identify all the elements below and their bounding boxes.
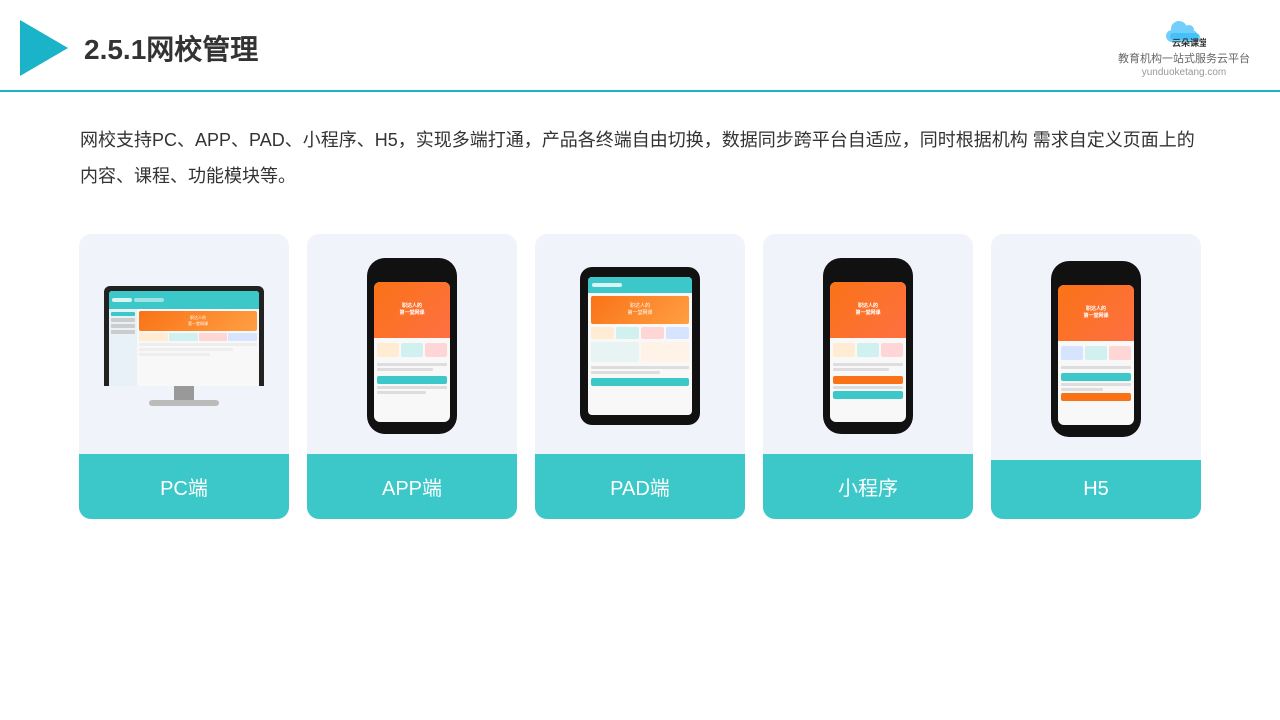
pc-screen-inner: 职达人的第一堂网课 bbox=[109, 291, 259, 386]
card-miniprogram-image: 职达人的第一堂网课 bbox=[763, 234, 973, 454]
page-header: 2.5.1网校管理 云朵课堂 教育机构一站式服务云平台 yunduoketang… bbox=[0, 0, 1280, 92]
svg-text:云朵课堂: 云朵课堂 bbox=[1172, 37, 1206, 48]
brand-url: yunduoketang.com bbox=[1142, 67, 1227, 78]
pc-stand bbox=[174, 386, 194, 400]
pad-tablet-screen: 职达人的第一堂网课 bbox=[588, 277, 692, 415]
phone-notch bbox=[397, 270, 427, 278]
miniprogram-phone-screen: 职达人的第一堂网课 bbox=[830, 282, 906, 422]
card-pad: 职达人的第一堂网课 bbox=[535, 234, 745, 519]
card-app: 职达人的第一堂网课 bbox=[307, 234, 517, 519]
app-phone-screen: 职达人的第一堂网课 bbox=[374, 282, 450, 422]
card-pc: 职达人的第一堂网课 bbox=[79, 234, 289, 519]
card-miniprogram: 职达人的第一堂网课 bbox=[763, 234, 973, 519]
card-h5: 职达人的第一堂网课 bbox=[991, 234, 1201, 519]
card-pad-image: 职达人的第一堂网课 bbox=[535, 234, 745, 454]
card-h5-image: 职达人的第一堂网课 bbox=[991, 234, 1201, 460]
card-app-label: APP端 bbox=[307, 454, 517, 519]
card-miniprogram-label: 小程序 bbox=[763, 454, 973, 519]
description-text: 网校支持PC、APP、PAD、小程序、H5，实现多端打通，产品各终端自由切换，数… bbox=[0, 92, 1280, 214]
brand-area: 云朵课堂 教育机构一站式服务云平台 yunduoketang.com bbox=[1118, 18, 1250, 78]
pad-tablet-mockup: 职达人的第一堂网课 bbox=[580, 267, 700, 425]
cloud-icon: 云朵课堂 bbox=[1162, 18, 1206, 48]
card-pc-label: PC端 bbox=[79, 454, 289, 519]
h5-phone-screen: 职达人的第一堂网课 bbox=[1058, 285, 1134, 425]
pc-mockup: 职达人的第一堂网课 bbox=[104, 286, 264, 406]
pc-screen-outer: 职达人的第一堂网课 bbox=[104, 286, 264, 386]
phone-notch3 bbox=[1081, 273, 1111, 281]
pc-base bbox=[149, 400, 219, 406]
h5-phone-mockup: 职达人的第一堂网课 bbox=[1051, 261, 1141, 437]
card-app-image: 职达人的第一堂网课 bbox=[307, 234, 517, 454]
brand-logo: 云朵课堂 bbox=[1162, 18, 1206, 48]
card-pc-image: 职达人的第一堂网课 bbox=[79, 234, 289, 454]
header-left: 2.5.1网校管理 bbox=[20, 20, 258, 76]
cards-container: 职达人的第一堂网课 bbox=[0, 214, 1280, 549]
card-h5-label: H5 bbox=[991, 460, 1201, 519]
logo-triangle-icon bbox=[20, 20, 68, 76]
miniprogram-phone-mockup: 职达人的第一堂网课 bbox=[823, 258, 913, 434]
app-phone-mockup: 职达人的第一堂网课 bbox=[367, 258, 457, 434]
card-pad-label: PAD端 bbox=[535, 454, 745, 519]
phone-notch2 bbox=[853, 270, 883, 278]
brand-slogan: 教育机构一站式服务云平台 bbox=[1118, 50, 1250, 66]
page-title: 2.5.1网校管理 bbox=[84, 28, 258, 68]
description-paragraph: 网校支持PC、APP、PAD、小程序、H5，实现多端打通，产品各终端自由切换，数… bbox=[80, 122, 1200, 194]
